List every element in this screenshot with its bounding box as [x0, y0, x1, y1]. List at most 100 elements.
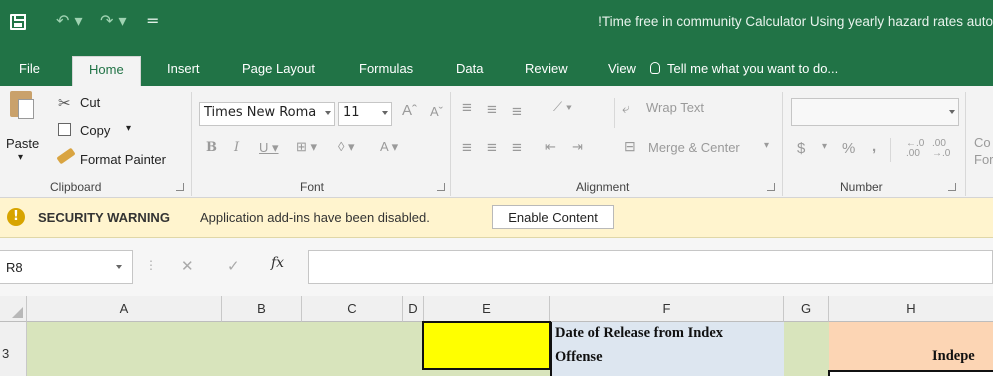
redo-icon[interactable]: ↷ ▾: [100, 11, 127, 30]
copy-dropdown-icon[interactable]: ▾: [126, 123, 131, 134]
warning-icon: !: [7, 208, 25, 226]
insert-function-icon[interactable]: fx: [271, 255, 284, 271]
font-name-box[interactable]: Times New Roma: [199, 102, 335, 126]
orientation-icon[interactable]: ⟋ ▾: [553, 99, 572, 115]
paste-button[interactable]: Paste: [6, 136, 39, 151]
cut-button[interactable]: Cut: [80, 95, 100, 110]
tab-review[interactable]: Review: [525, 61, 568, 76]
cell-h3[interactable]: Indepe: [829, 322, 993, 376]
number-format-box[interactable]: [791, 98, 959, 126]
clipboard-launcher-icon[interactable]: [176, 183, 184, 191]
copy-button[interactable]: Copy: [80, 123, 110, 138]
font-launcher-icon[interactable]: [437, 183, 445, 191]
cell-h4[interactable]: [828, 370, 993, 376]
font-name-value: Times New Roma: [204, 105, 317, 120]
name-box[interactable]: R8: [0, 250, 133, 284]
tab-formulas[interactable]: Formulas: [359, 61, 413, 76]
ribbon-home: Paste ▾ ✂ Cut Copy ▾ Format Painter Clip…: [0, 86, 993, 198]
column-header-b[interactable]: B: [222, 296, 302, 322]
increase-decimal-icon[interactable]: ←.0.00: [906, 139, 924, 159]
borders-icon[interactable]: ⊞ ▾: [296, 139, 317, 155]
window-title: !Time free in community Calculator Using…: [598, 14, 993, 29]
fill-color-icon[interactable]: ◊ ▾: [338, 139, 355, 155]
wrap-text-button[interactable]: Wrap Text: [646, 100, 704, 115]
formula-input[interactable]: [308, 250, 993, 284]
tab-insert[interactable]: Insert: [167, 61, 200, 76]
paste-icon[interactable]: [10, 91, 34, 119]
select-all-corner[interactable]: [0, 296, 27, 322]
scissors-icon: ✂: [58, 94, 71, 112]
font-group-label: Font: [300, 180, 325, 194]
copy-icon: [58, 123, 71, 136]
column-header-g[interactable]: G: [784, 296, 829, 322]
cell-a3-merged[interactable]: [27, 322, 424, 376]
underline-icon[interactable]: U ▾: [259, 140, 279, 156]
merge-center-icon: ⊟: [624, 138, 636, 154]
cell-f3-line2: Offense: [555, 349, 603, 365]
decrease-decimal-icon[interactable]: .00 →.0: [932, 139, 950, 159]
column-header-c[interactable]: C: [302, 296, 403, 322]
column-header-f[interactable]: F: [550, 296, 784, 322]
divider: [782, 92, 783, 196]
chevron-down-icon: [325, 111, 331, 115]
shrink-font-icon[interactable]: Aˇ: [430, 104, 443, 119]
font-color-icon[interactable]: A ▾: [380, 139, 398, 155]
merge-dropdown-icon[interactable]: ▾: [764, 140, 769, 151]
align-center-icon[interactable]: ≡: [487, 138, 497, 158]
font-size-value: 11: [343, 105, 360, 120]
cell-g3[interactable]: [784, 322, 829, 376]
cell-f3[interactable]: Date of Release from Index Offense: [550, 322, 784, 376]
divider: [614, 98, 615, 128]
number-launcher-icon[interactable]: [948, 183, 956, 191]
comma-button[interactable]: ,: [872, 138, 876, 155]
currency-button[interactable]: $: [797, 140, 805, 157]
font-size-box[interactable]: 11: [338, 102, 392, 126]
italic-icon[interactable]: I: [234, 140, 239, 155]
bold-icon[interactable]: B: [206, 140, 217, 155]
alignment-launcher-icon[interactable]: [767, 183, 775, 191]
enable-content-button[interactable]: Enable Content: [492, 205, 614, 229]
align-middle-icon[interactable]: ≡: [487, 100, 497, 120]
column-header-e[interactable]: E: [424, 296, 550, 322]
divider: [191, 92, 192, 196]
format-painter-icon: [56, 147, 76, 165]
divider: [450, 92, 451, 196]
cell-f3-line1: Date of Release from Index: [555, 325, 724, 341]
format-painter-button[interactable]: Format Painter: [80, 152, 166, 167]
enter-icon[interactable]: ✓: [227, 257, 240, 275]
align-bottom-icon[interactable]: ≡: [512, 102, 522, 122]
tab-file[interactable]: File: [19, 61, 40, 76]
cell-h3-text: Indepe: [932, 348, 975, 364]
percent-button[interactable]: %: [842, 140, 855, 157]
row-header-3[interactable]: 3: [0, 322, 27, 376]
tab-page-layout[interactable]: Page Layout: [242, 61, 315, 76]
column-header-h[interactable]: H: [829, 296, 993, 322]
merge-center-button[interactable]: Merge & Center: [648, 140, 740, 155]
save-icon[interactable]: [10, 14, 26, 30]
chevron-down-icon: [382, 111, 388, 115]
cancel-icon[interactable]: ✕: [181, 257, 194, 275]
align-right-icon[interactable]: ≡: [512, 138, 522, 158]
cell-e3[interactable]: [422, 321, 551, 370]
customize-toolbar-icon[interactable]: =: [146, 11, 159, 30]
column-header-d[interactable]: D: [403, 296, 424, 322]
tell-me-search[interactable]: Tell me what you want to do...: [650, 61, 838, 76]
wrap-text-icon: ⤶: [622, 100, 630, 116]
undo-icon[interactable]: ↶ ▾: [56, 11, 83, 30]
decrease-indent-icon[interactable]: ⇤: [545, 139, 556, 155]
tab-data[interactable]: Data: [456, 61, 483, 76]
tab-view[interactable]: View: [608, 61, 636, 76]
security-warning-message: Application add-ins have been disabled.: [200, 210, 430, 225]
increase-indent-icon[interactable]: ⇥: [572, 139, 583, 155]
align-left-icon[interactable]: ≡: [462, 138, 472, 158]
tab-home[interactable]: Home: [72, 56, 141, 86]
paste-dropdown-icon[interactable]: ▾: [18, 152, 23, 163]
conditional-formatting-button[interactable]: Co For: [974, 134, 993, 168]
column-header-a[interactable]: A: [27, 296, 222, 322]
grow-font-icon[interactable]: Aˆ: [402, 102, 417, 119]
formula-bar: R8 ⋮ ✕ ✓ fx: [0, 238, 993, 296]
cell-e4[interactable]: [424, 370, 550, 376]
currency-dropdown-icon[interactable]: ▾: [822, 141, 827, 152]
security-warning-bar: ! SECURITY WARNING Application add-ins h…: [0, 198, 993, 238]
align-top-icon[interactable]: ≡: [462, 98, 472, 118]
